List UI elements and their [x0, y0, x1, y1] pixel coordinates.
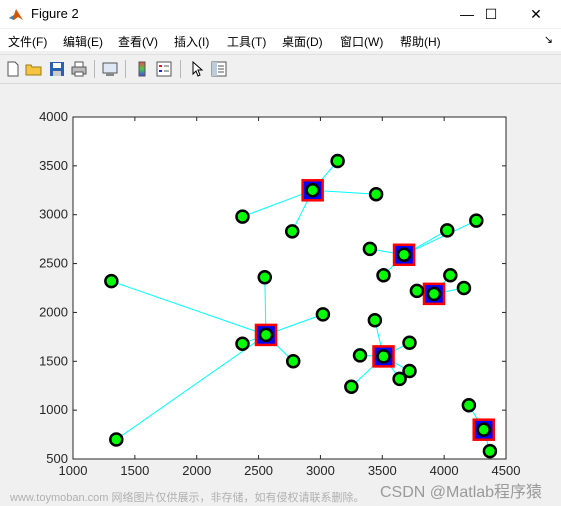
x-tick-label: 3500 [368, 463, 397, 478]
data-point [439, 223, 455, 238]
x-tick-label: 1500 [120, 463, 149, 478]
center-data-point [258, 327, 274, 343]
y-tick-label: 500 [46, 451, 68, 466]
x-tick-label: 2500 [244, 463, 273, 478]
data-point [284, 224, 300, 239]
data-point [402, 335, 417, 350]
center-data-point [476, 422, 491, 437]
data-point [402, 363, 417, 379]
x-tick-label: 4500 [492, 463, 521, 478]
data-point [456, 280, 472, 296]
data-point [235, 209, 250, 224]
y-tick-label: 4000 [39, 109, 68, 124]
data-point [362, 241, 378, 257]
center-data-point [305, 183, 320, 198]
data-point [443, 268, 458, 283]
center-data-point [426, 286, 442, 302]
watermark-text: www.toymoban.com 网络图片仅供展示，非存储，如有侵权请联系删除。 [10, 492, 365, 504]
data-point [469, 213, 484, 228]
data-point [376, 268, 391, 283]
data-point [330, 153, 345, 169]
y-tick-label: 2000 [39, 304, 68, 319]
plot-canvas: 1000 1500 2000 2500 3000 3500 4000 450050010001… [39, 109, 521, 478]
data-point [315, 307, 331, 322]
data-point [104, 273, 119, 289]
y-tick-label: 3500 [39, 158, 68, 173]
y-tick-label: 1000 [39, 402, 68, 417]
data-point [482, 443, 498, 459]
data-point [285, 354, 301, 369]
data-point [367, 312, 383, 328]
center-data-point [376, 349, 391, 364]
data-point [461, 398, 477, 413]
data-point [109, 432, 124, 447]
x-tick-label: 2000 [182, 463, 211, 478]
data-point [409, 283, 425, 299]
x-tick-label: 3000 [306, 463, 335, 478]
data-point [368, 186, 384, 202]
y-tick-label: 3000 [39, 207, 68, 222]
data-point [257, 270, 273, 285]
data-point [344, 379, 359, 394]
data-point [235, 336, 250, 351]
csdn-watermark: CSDN @Matlab程序猿 [380, 484, 543, 501]
y-tick-label: 1500 [39, 353, 68, 368]
center-data-point [396, 247, 412, 263]
x-tick-label: 4000 [430, 463, 459, 478]
y-tick-label: 2500 [39, 256, 68, 271]
data-point [352, 348, 368, 363]
